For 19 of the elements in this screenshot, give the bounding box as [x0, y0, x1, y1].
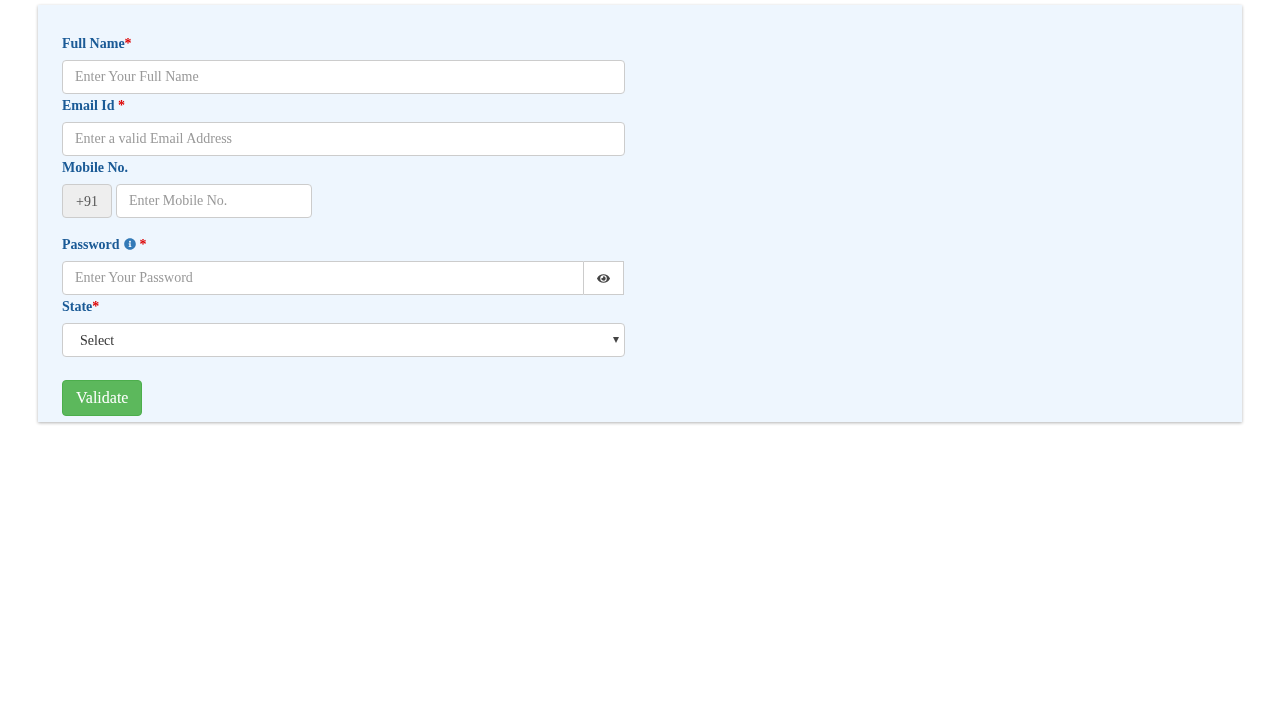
required-mark: *	[117, 96, 125, 115]
caret-icon	[613, 337, 619, 343]
info-icon	[123, 238, 136, 250]
required-mark: *	[92, 297, 100, 316]
field-label: Mobile No.	[62, 158, 129, 177]
show-password-button[interactable]	[584, 261, 624, 295]
mobile-field[interactable]: Enter Mobile No.	[116, 184, 312, 218]
country-code: +91	[62, 184, 112, 218]
required-mark: *	[124, 34, 132, 53]
field-label: Password	[62, 235, 120, 254]
password-field[interactable]: Enter Your Password	[62, 261, 584, 295]
field-label: Full Name	[62, 34, 125, 53]
field-label: Email Id	[62, 96, 115, 115]
eye-icon	[597, 271, 610, 285]
text-field[interactable]: Enter Your Full Name	[62, 60, 625, 94]
field-label: State	[62, 297, 93, 316]
required-mark: *	[139, 235, 147, 254]
text-field[interactable]: Enter a valid Email Address	[62, 122, 625, 156]
state-select[interactable]: Select	[62, 323, 625, 357]
